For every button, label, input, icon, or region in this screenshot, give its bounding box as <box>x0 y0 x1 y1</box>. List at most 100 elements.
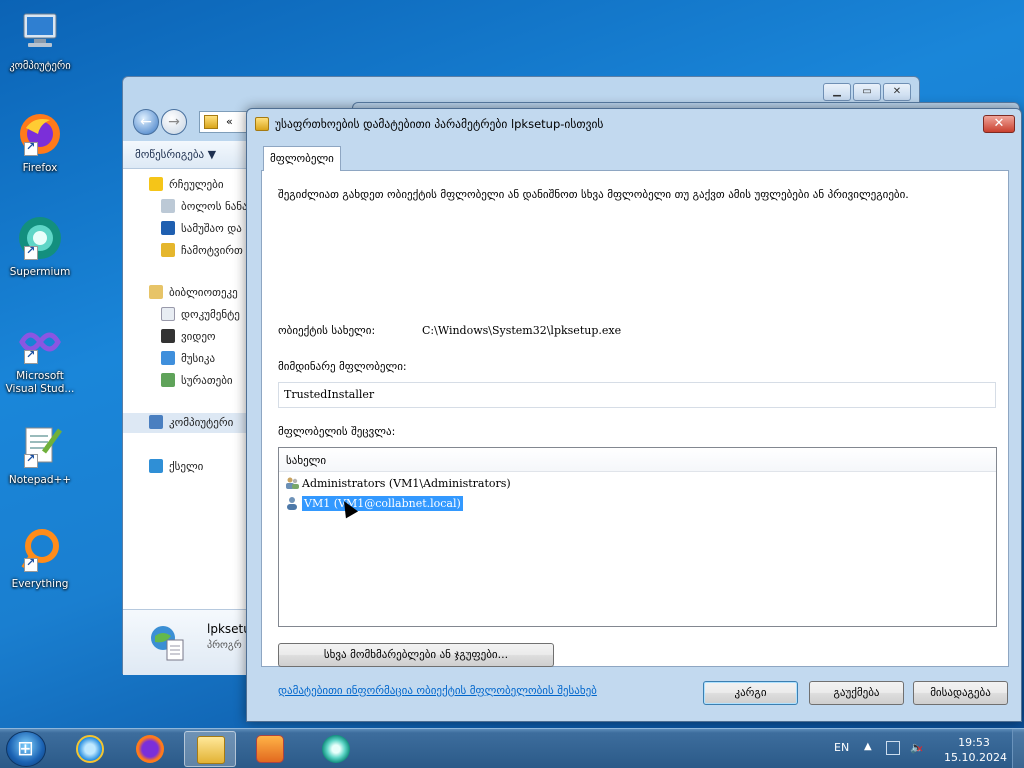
list-column-header[interactable]: სახელი <box>279 448 996 472</box>
clock-date: 15.10.2024 <box>944 751 1007 764</box>
taskbar-firefox[interactable] <box>124 731 176 767</box>
organize-button[interactable]: მოწესრიგება ▼ <box>123 141 247 169</box>
nav-item-label: სურათები <box>181 374 233 387</box>
nav-item-documents[interactable]: დოკუმენტე <box>123 305 247 325</box>
nav-item-label: მუსიკა <box>181 352 216 365</box>
desktop-icon-notepadpp[interactable]: Notepad++ <box>4 422 76 487</box>
recent-icon <box>161 199 175 213</box>
star-icon <box>149 177 163 191</box>
desktop-icon-everything[interactable]: Everything <box>4 526 76 591</box>
computer-icon <box>149 415 163 429</box>
maximize-button[interactable]: ▭ <box>853 83 881 101</box>
list-item-text: Administrators (VM1\Administrators) <box>302 477 511 490</box>
file-icon <box>149 622 185 662</box>
music-icon <box>161 351 175 365</box>
nav-item-label: ჩამოტვირთ <box>181 244 243 257</box>
list-item[interactable]: Administrators (VM1\Administrators) <box>285 475 511 493</box>
start-button[interactable] <box>6 731 46 767</box>
pictures-icon <box>161 373 175 387</box>
details-pane: lpksetu პროგრ <box>123 609 251 675</box>
taskbar-media-player[interactable] <box>244 731 296 767</box>
organize-label: მოწესრიგება ▼ <box>135 148 217 161</box>
forward-button[interactable]: → <box>161 109 187 135</box>
nav-item-label: ბოლოს ნანა <box>181 200 247 213</box>
everything-icon <box>16 526 64 574</box>
desktop-icon-label: Microsoft Visual Stud... <box>5 370 75 395</box>
user-icon <box>285 496 299 510</box>
nav-item-recent[interactable]: ბოლოს ნანა <box>123 197 247 217</box>
address-text: « <box>226 115 233 128</box>
nav-item-pictures[interactable]: სურათები <box>123 371 247 391</box>
dialog-title-text: უსაფრთხოების დამატებითი პარამეტრები lpks… <box>275 117 604 131</box>
documents-icon <box>161 307 175 321</box>
volume-muted-icon[interactable]: 🔈 <box>910 741 924 755</box>
shortcut-arrow-icon <box>24 452 38 468</box>
desktop-icon-supermium[interactable]: Supermium <box>4 214 76 279</box>
nav-item-desktop[interactable]: სამუშაო და <box>123 219 247 239</box>
nav-item-network[interactable]: ქსელი <box>123 457 247 477</box>
desktop-icon-firefox[interactable]: Firefox <box>4 110 76 175</box>
nav-item-computer[interactable]: კომპიუტერი <box>123 413 247 433</box>
nav-item-libraries[interactable]: ბიბლიოთეკე <box>123 283 247 303</box>
back-button[interactable]: ← <box>133 109 159 135</box>
nav-item-favorites[interactable]: რჩეულები <box>123 175 247 195</box>
list-item-text: VM1 (VM1@collabnet.local) <box>302 496 463 511</box>
folder-icon <box>204 115 218 129</box>
shortcut-arrow-icon <box>24 140 38 156</box>
network-icon <box>149 459 163 473</box>
advanced-security-dialog: უსაფრთხოების დამატებითი პარამეტრები lpks… <box>246 108 1022 722</box>
minimize-button[interactable]: ▁ <box>823 83 851 101</box>
apply-button[interactable]: მისადაგება <box>913 681 1008 705</box>
tab-owner[interactable]: მფლობელი <box>263 146 341 171</box>
shortcut-arrow-icon <box>24 348 38 364</box>
cancel-button[interactable]: გაუქმება <box>809 681 904 705</box>
ie-icon <box>76 735 104 763</box>
desktop-icon <box>161 221 175 235</box>
navigation-pane: რჩეულები ბოლოს ნანა სამუშაო და ჩამოტვირთ… <box>123 169 247 609</box>
list-item-selected[interactable]: VM1 (VM1@collabnet.local) <box>285 495 463 513</box>
desktop-icon-visual-studio[interactable]: Microsoft Visual Stud... <box>4 318 76 396</box>
owner-panel: შეგიძლიათ გახდეთ ობიექტის მფლობელი ან და… <box>261 170 1009 697</box>
explorer-icon <box>197 736 225 764</box>
navigation-bar: ← → « <box>129 107 259 137</box>
taskbar-ie[interactable] <box>64 731 116 767</box>
taskbar-explorer[interactable] <box>184 731 236 767</box>
details-name: lpksetu <box>207 622 251 636</box>
clock[interactable]: 19:53 15.10.2024 <box>944 735 1007 765</box>
firefox-icon <box>16 110 64 158</box>
nav-item-video[interactable]: ვიდეო <box>123 327 247 347</box>
nav-item-label: დოკუმენტე <box>181 308 240 321</box>
nav-item-label: რჩეულები <box>169 178 224 191</box>
ok-button[interactable]: კარგი <box>703 681 798 705</box>
owner-list[interactable]: სახელი Administrators (VM1\Administrator… <box>278 447 997 627</box>
dialog-close-button[interactable]: ✕ <box>983 115 1015 133</box>
nav-item-label: ბიბლიოთეკე <box>169 286 238 299</box>
clock-time: 19:53 <box>958 736 990 749</box>
video-icon <box>161 329 175 343</box>
network-icon[interactable] <box>886 741 900 755</box>
details-type: პროგრ <box>207 640 242 651</box>
nav-item-downloads[interactable]: ჩამოტვირთ <box>123 241 247 261</box>
taskbar-supermium[interactable] <box>310 731 362 767</box>
nav-item-label: ქსელი <box>169 460 204 473</box>
desktop-icon-label: Everything <box>11 578 69 590</box>
shortcut-arrow-icon <box>24 244 38 260</box>
nav-item-label: სამუშაო და <box>181 222 242 235</box>
show-desktop-button[interactable] <box>1012 729 1024 768</box>
nav-item-music[interactable]: მუსიკა <box>123 349 247 369</box>
group-icon <box>285 476 299 490</box>
close-button[interactable]: ✕ <box>883 83 911 101</box>
visual-studio-icon <box>16 318 64 366</box>
dialog-title: უსაფრთხოების დამატებითი პარამეტრები lpks… <box>255 117 603 135</box>
desktop-icon-label: Notepad++ <box>8 474 72 486</box>
current-owner-label: მიმდინარე მფლობელი: <box>278 360 407 373</box>
window-controls: ▁ ▭ ✕ <box>823 83 911 101</box>
language-indicator[interactable]: EN <box>834 741 849 754</box>
media-player-icon <box>256 735 284 763</box>
show-hidden-icons-icon[interactable]: ▲ <box>864 741 872 752</box>
change-owner-label: მფლობელის შეცვლა: <box>278 425 396 438</box>
desktop-icon-computer[interactable]: კომპიუტერი <box>4 8 76 73</box>
other-users-groups-button[interactable]: სხვა მომხმარებლები ან ჯგუფები... <box>278 643 554 667</box>
object-name-label: ობიექტის სახელი: <box>278 324 376 337</box>
desktop-icon-label: Supermium <box>9 266 71 278</box>
